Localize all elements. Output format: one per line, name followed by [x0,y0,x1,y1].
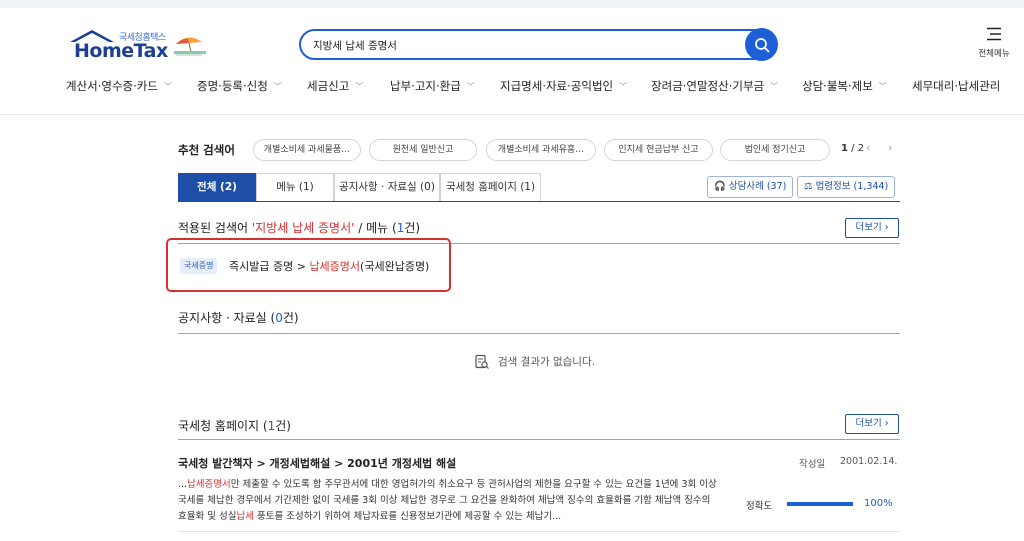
recommend-pager: 1 / 2 [841,143,865,154]
chevron-down-icon: ﹀ [878,82,887,91]
tab-all[interactable]: 전체 (2) [178,173,256,202]
umbrella-icon [174,37,206,56]
category-tag: 국세증명 [180,258,218,274]
recommend-chip[interactable]: 개별소비세 과세물품… [253,139,361,161]
homepage-more-button[interactable]: 더보기 › [845,414,899,434]
nav-item-consult[interactable]: 상담·불복·제보 ﹀ [802,78,887,94]
search-icon [754,37,769,52]
gavel-icon: ⚖ [804,181,813,192]
search-box [299,29,777,60]
menu-more-button[interactable]: 더보기 › [845,218,899,238]
nav-item-incentive[interactable]: 장려금·연말정산·기부금 ﹀ [651,78,778,94]
chevron-down-icon: ﹀ [355,82,364,91]
nav-item-statement[interactable]: 지급명세·자료·공익법인 ﹀ [500,78,627,94]
notice-section-title: 공지사항 · 자료실 (0건) [178,311,299,325]
recommend-chip[interactable]: 원천세 일반신고 [369,139,477,161]
recommend-chip[interactable]: 개별소비세 과세유흥… [486,139,596,161]
accuracy-value: 100% [864,498,893,509]
accuracy-bar-fill [787,502,853,506]
prev-page-button[interactable]: ‹ [866,141,870,154]
tab-underline [178,201,900,202]
top-strip [0,0,1024,8]
law-info-button[interactable]: ⚖ 법령정보 (1,344) [797,176,896,198]
recommend-label: 추천 검색어 [178,143,235,157]
section-divider [178,531,900,532]
nav-item-tax-report[interactable]: 세금신고 ﹀ [307,78,363,94]
section-divider [178,333,900,334]
headset-icon: 🎧 [714,181,726,192]
tab-homepage[interactable]: 국세청 홈페이지 (1) [440,173,541,202]
nav-item-agent[interactable]: 세무대리·납세관리 [912,78,1000,94]
all-menu-label: 전체메뉴 [978,49,1010,59]
homepage-section-title: 국세청 홈페이지 (1건) [178,419,291,433]
search-document-icon [475,354,489,369]
empty-message: 검색 결과가 없습니다. [498,356,595,368]
accuracy-bar [787,502,853,506]
nav-item-payment[interactable]: 납부·고지·환급 ﹀ [390,78,475,94]
chevron-down-icon: ﹀ [619,82,628,91]
menu-section-title: 적용된 검색어 '지방세 납세 증명서' / 메뉴 (1건) [178,221,421,235]
consult-case-button[interactable]: 🎧 상담사례 (37) [707,176,794,198]
accuracy-label: 정확도 [746,501,773,512]
doc-result-title[interactable]: 국세청 발간책자 > 개정세법해설 > 2001년 개정세법 해설 [178,455,456,471]
menu-result-link[interactable]: 즉시발급 증명 > 납세증명서(국세완납증명) [229,258,429,274]
chevron-down-icon: ﹀ [273,82,282,91]
recommend-chip[interactable]: 법인세 정기신고 [720,139,830,161]
chevron-down-icon: ﹀ [466,82,475,91]
doc-snippet-line: 효율화 및 성실납세 풍토를 조성하기 위하여 체납자료를 신용정보기관에 제공… [178,511,562,522]
tab-menu[interactable]: 메뉴 (1) [256,173,334,202]
tab-notice[interactable]: 공지사항 · 자료실 (0) [334,173,440,202]
nav-divider [0,114,1024,115]
recommend-chip[interactable]: 인지세 현금납부 신고 [604,139,713,161]
logo-title: HomeTax [74,40,168,62]
doc-date: 2001.02.14. [840,456,898,467]
all-menu-button[interactable]: 전체메뉴 [975,27,1013,61]
chevron-down-icon: ﹀ [770,82,779,91]
doc-snippet-line: ...납세증명서만 제출할 수 있도록 함 주무관서에 대한 영업허가의 취소요… [178,479,717,490]
main-navigation: 계산서·영수증·카드 ﹀ 증명·등록·신청 ﹀ 세금신고 ﹀ 납부·고지·환급 ﹀ 지급… [0,78,1024,100]
nav-item-invoice[interactable]: 계산서·영수증·카드 ﹀ [66,78,172,94]
section-divider [178,439,900,440]
next-page-button[interactable]: › [888,141,892,154]
doc-snippet-line: 국세를 체납한 경우에서 기간제한 없이 국세를 3회 이상 체납한 경우로 그… [178,495,711,506]
hamburger-icon [987,27,1001,41]
doc-date-label: 작성일 [799,459,826,470]
search-button[interactable] [745,28,778,61]
chevron-down-icon: ﹀ [163,82,172,91]
nav-item-certificate[interactable]: 증명·등록·신청 ﹀ [197,78,282,94]
search-input[interactable] [313,36,733,54]
